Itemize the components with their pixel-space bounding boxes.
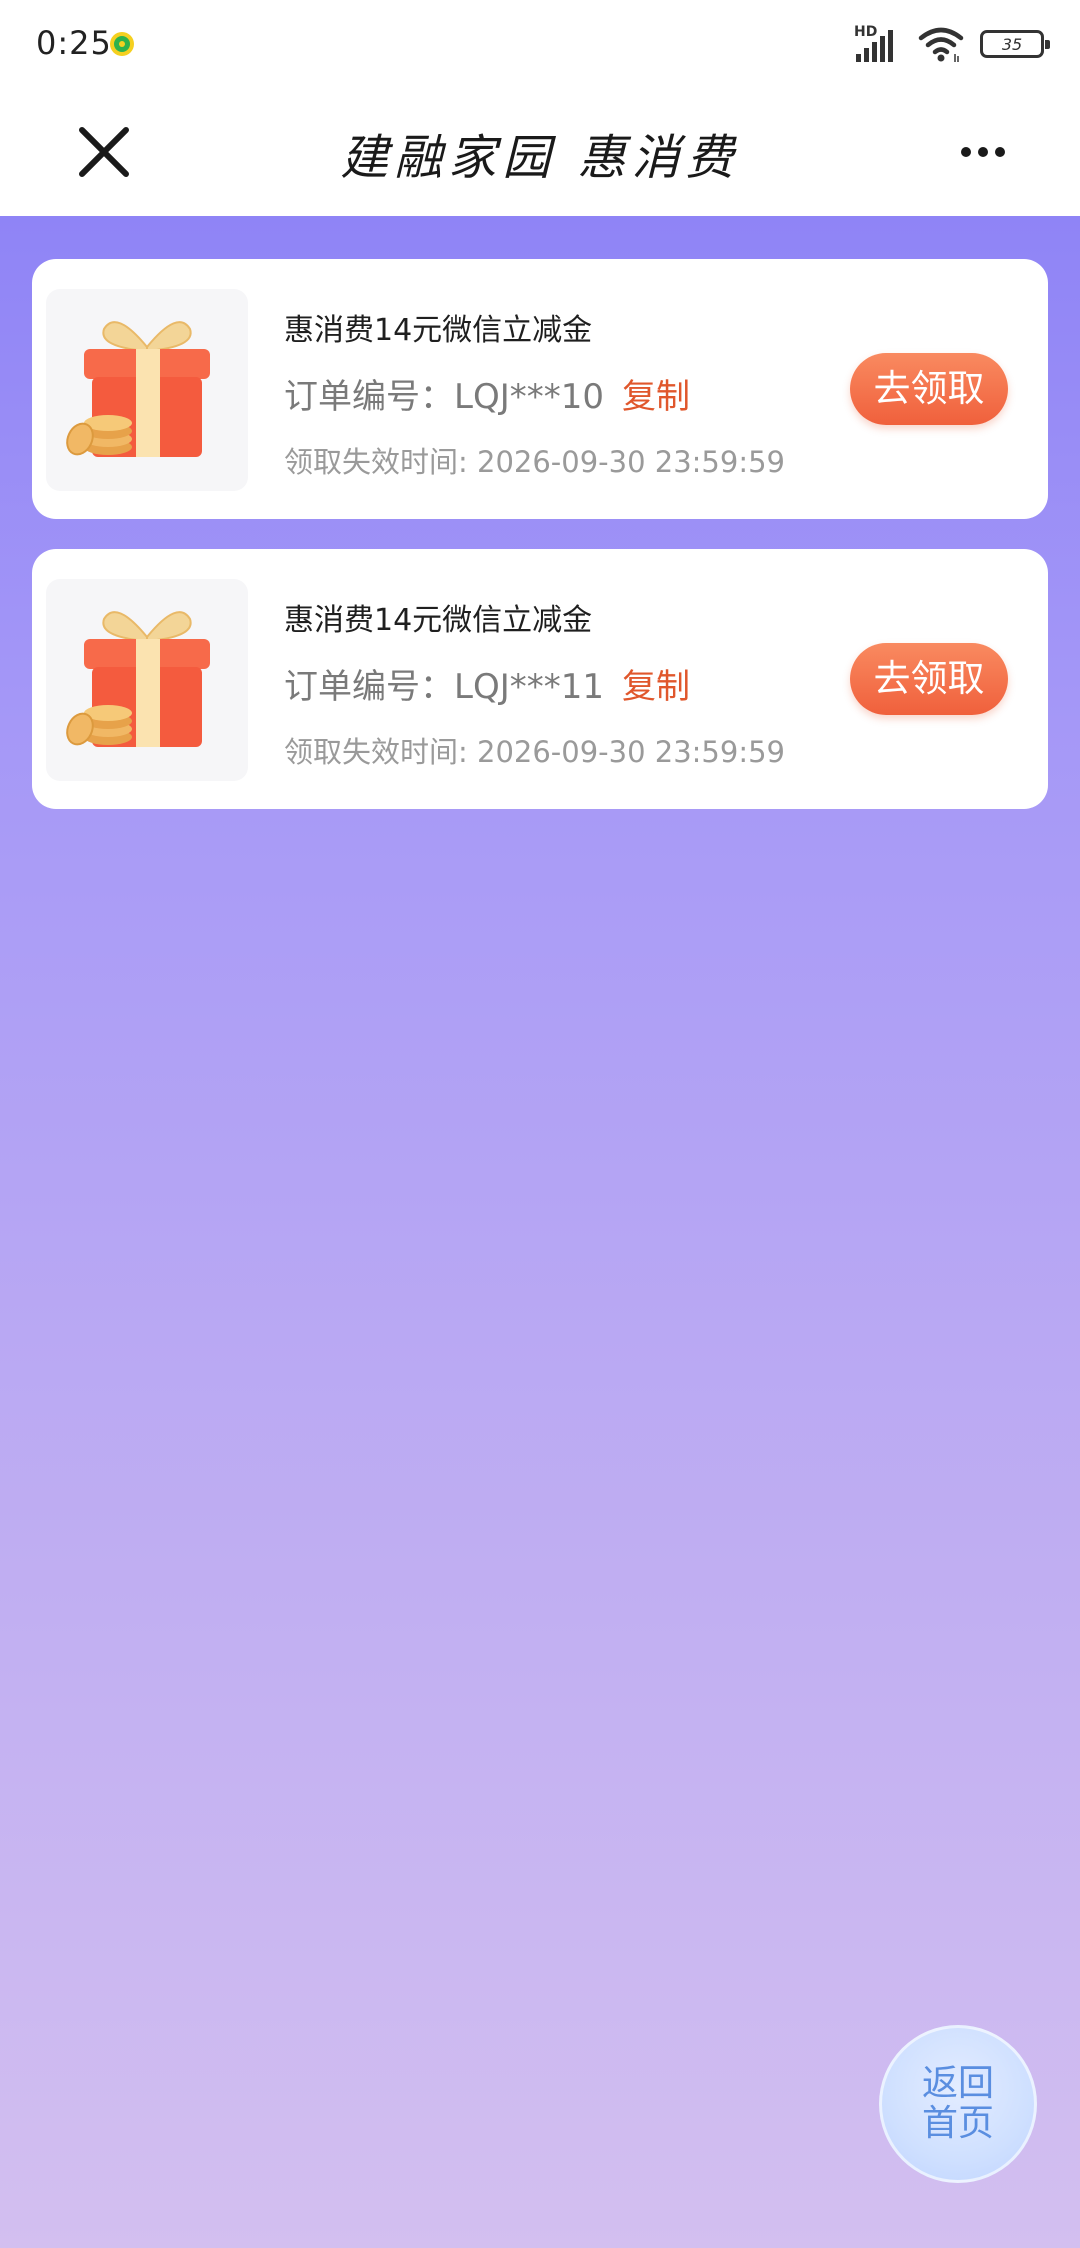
coupon-card: 惠消费14元微信立减金 订单编号：LQJ***10 复制 领取失效时间: 202… [32, 259, 1048, 519]
copy-button[interactable]: 复制 [622, 369, 690, 418]
gift-box-icon [66, 321, 210, 457]
order-number: 订单编号：LQJ***11 [284, 667, 604, 707]
battery-icon: 35 [980, 30, 1050, 58]
order-number-row: 订单编号：LQJ***10 复制 [284, 369, 690, 418]
content-background [0, 216, 1080, 2248]
status-bar: 0:25 HD 35 [0, 0, 1080, 88]
more-icon[interactable] [960, 138, 1006, 166]
status-indicators: HD 35 [854, 22, 1050, 66]
coupon-title: 惠消费14元微信立减金 [284, 603, 593, 638]
gift-thumbnail [46, 579, 248, 781]
music-app-icon [110, 32, 134, 56]
nav-bar: 建融家园 惠消费 [0, 88, 1080, 216]
signal-icon: HD [854, 24, 902, 64]
return-home-label: 返回首页 [921, 2063, 994, 2144]
status-time: 0:25 [36, 24, 112, 62]
page-title: 建融家园 惠消费 [340, 130, 740, 186]
gift-thumbnail [46, 289, 248, 491]
return-home-button[interactable]: 返回首页 [879, 2025, 1037, 2183]
copy-button[interactable]: 复制 [622, 659, 690, 708]
coupon-title: 惠消费14元微信立减金 [284, 313, 593, 348]
gift-box-icon [66, 611, 210, 747]
order-number: 订单编号：LQJ***10 [284, 377, 604, 417]
expire-time: 领取失效时间: 2026-09-30 23:59:59 [284, 445, 785, 479]
claim-button[interactable]: 去领取 [850, 643, 1008, 715]
order-number-row: 订单编号：LQJ***11 复制 [284, 659, 690, 708]
wifi-icon [918, 27, 964, 62]
coupon-card: 惠消费14元微信立减金 订单编号：LQJ***11 复制 领取失效时间: 202… [32, 549, 1048, 809]
claim-button[interactable]: 去领取 [850, 353, 1008, 425]
expire-time: 领取失效时间: 2026-09-30 23:59:59 [284, 735, 785, 769]
battery-level: 35 [1001, 34, 1023, 54]
